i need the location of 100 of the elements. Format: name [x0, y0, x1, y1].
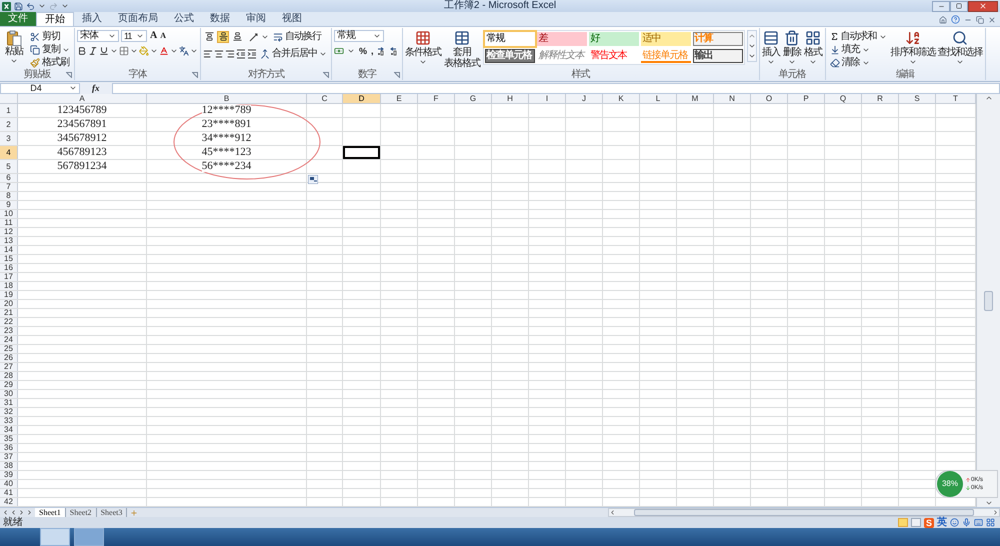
row-header[interactable]: 24 [0, 336, 18, 344]
row-header[interactable]: 19 [0, 291, 18, 299]
delete-button[interactable]: 删除 [782, 30, 802, 66]
autosum-button[interactable]: 自动求和 [828, 30, 889, 43]
ribbon-tab[interactable]: 文件 [0, 12, 36, 26]
row-header[interactable]: 20 [0, 300, 18, 308]
italic-icon[interactable] [88, 46, 98, 56]
microphone-icon[interactable] [962, 518, 971, 527]
formula-input[interactable] [112, 82, 1000, 94]
row-header[interactable]: 37 [0, 453, 18, 461]
cell-style-item[interactable]: 输出 [692, 49, 743, 63]
wrap-text-button[interactable]: 自动换行 [271, 30, 323, 43]
row-header[interactable]: 28 [0, 372, 18, 380]
column-header[interactable]: L [640, 94, 677, 103]
column-header[interactable]: P [788, 94, 825, 103]
ime-mode[interactable]: 英 [937, 518, 947, 528]
row-header[interactable]: 15 [0, 255, 18, 263]
row-header[interactable]: 9 [0, 201, 18, 209]
align-left-icon[interactable] [203, 48, 213, 58]
row-header[interactable]: 8 [0, 192, 18, 200]
help-icon[interactable] [951, 15, 960, 24]
row-header[interactable]: 21 [0, 309, 18, 317]
ribbon-tab[interactable]: 视图 [274, 12, 310, 26]
column-header[interactable]: R [862, 94, 899, 103]
row-header[interactable]: 6 [0, 174, 18, 182]
row-header[interactable]: 41 [0, 489, 18, 497]
row-header[interactable]: 26 [0, 354, 18, 362]
row-header[interactable]: 7 [0, 183, 18, 191]
scrollbar-thumb[interactable] [984, 290, 993, 310]
ribbon-tab[interactable]: 开始 [36, 12, 74, 26]
row-header[interactable]: 38 [0, 462, 18, 470]
row-header[interactable]: 2 [0, 118, 18, 131]
find-select-button[interactable]: 查找和选择 [938, 30, 983, 66]
ribbon-tab[interactable]: 公式 [166, 12, 202, 26]
maximize-button[interactable] [950, 0, 968, 12]
dialog-launcher-icon[interactable] [394, 72, 400, 78]
row-header[interactable]: 27 [0, 363, 18, 371]
column-header[interactable]: J [566, 94, 603, 103]
row-header[interactable]: 39 [0, 471, 18, 479]
column-header[interactable]: Q [825, 94, 862, 103]
row-header[interactable]: 14 [0, 246, 18, 254]
bold-icon[interactable] [77, 46, 87, 56]
vertical-align-button[interactable] [217, 30, 229, 42]
row-header[interactable]: 3 [0, 132, 18, 145]
font-size-dropdown[interactable]: 11 [121, 30, 147, 42]
number-format-dropdown[interactable]: 常规 [334, 30, 384, 42]
merge-center-button[interactable]: 合并后居中 [258, 47, 329, 60]
row-header[interactable]: 33 [0, 417, 18, 425]
table-format-button[interactable]: 套用 表格格式 [444, 30, 481, 69]
keyboard-icon[interactable] [974, 518, 983, 527]
emoji-icon[interactable] [950, 518, 959, 527]
column-header[interactable]: K [603, 94, 640, 103]
row-header[interactable]: 32 [0, 408, 18, 416]
cell-style-item[interactable]: 检查单元格 [484, 49, 535, 63]
cell-style-item[interactable]: 差 [536, 32, 587, 46]
font-color-icon[interactable] [159, 46, 169, 56]
ribbon-tab[interactable]: 数据 [202, 12, 238, 26]
name-box[interactable]: D4 [0, 82, 80, 94]
ribbon-tab[interactable]: 插入 [74, 12, 110, 26]
row-header[interactable]: 30 [0, 390, 18, 398]
close-button[interactable] [968, 0, 998, 12]
row-header[interactable]: 13 [0, 237, 18, 245]
number-style-button[interactable]: % [358, 46, 368, 56]
clear-button[interactable]: 清除 [828, 56, 889, 69]
shrink-font-button[interactable]: A [159, 32, 166, 40]
column-header[interactable]: E [381, 94, 418, 103]
fill-color-icon[interactable] [139, 46, 149, 56]
column-header[interactable]: M [677, 94, 714, 103]
first-sheet-icon[interactable] [2, 509, 9, 516]
fill-button[interactable]: 填充 [828, 43, 889, 56]
column-header[interactable]: F [418, 94, 455, 103]
column-header[interactable]: A [18, 94, 147, 103]
row-header[interactable]: 40 [0, 480, 18, 488]
column-header[interactable]: B [147, 94, 307, 103]
column-header[interactable]: S [899, 94, 936, 103]
sheet-tab[interactable]: Sheet1 [35, 508, 66, 518]
row-header[interactable]: 10 [0, 210, 18, 218]
paste-button[interactable]: 粘贴 [2, 30, 26, 65]
cut-button[interactable]: 剪切 [28, 30, 72, 43]
cell-style-item[interactable]: 适中 [640, 32, 691, 46]
row-header[interactable]: 5 [0, 160, 18, 173]
row-header[interactable]: 17 [0, 273, 18, 281]
orientation-icon[interactable] [249, 32, 259, 42]
row-header[interactable]: 1 [0, 104, 18, 117]
home-icon[interactable] [939, 16, 947, 24]
grow-font-button[interactable]: A [149, 31, 158, 41]
row-header[interactable]: 18 [0, 282, 18, 290]
row-header[interactable]: 36 [0, 444, 18, 452]
previous-sheet-icon[interactable] [10, 509, 17, 516]
row-header[interactable]: 23 [0, 327, 18, 335]
row-header[interactable]: 22 [0, 318, 18, 326]
borders-icon[interactable] [119, 46, 129, 56]
vertical-align-button[interactable] [203, 30, 215, 42]
cell-style-item[interactable]: 常规 [484, 32, 535, 46]
copy-button[interactable]: 复制 [28, 43, 72, 56]
horizontal-scrollbar[interactable] [608, 508, 1000, 517]
close-icon[interactable] [988, 16, 996, 24]
insert-function-button[interactable]: fx [82, 84, 110, 92]
undo-icon[interactable] [26, 2, 35, 10]
row-header[interactable]: 4 [0, 146, 18, 159]
